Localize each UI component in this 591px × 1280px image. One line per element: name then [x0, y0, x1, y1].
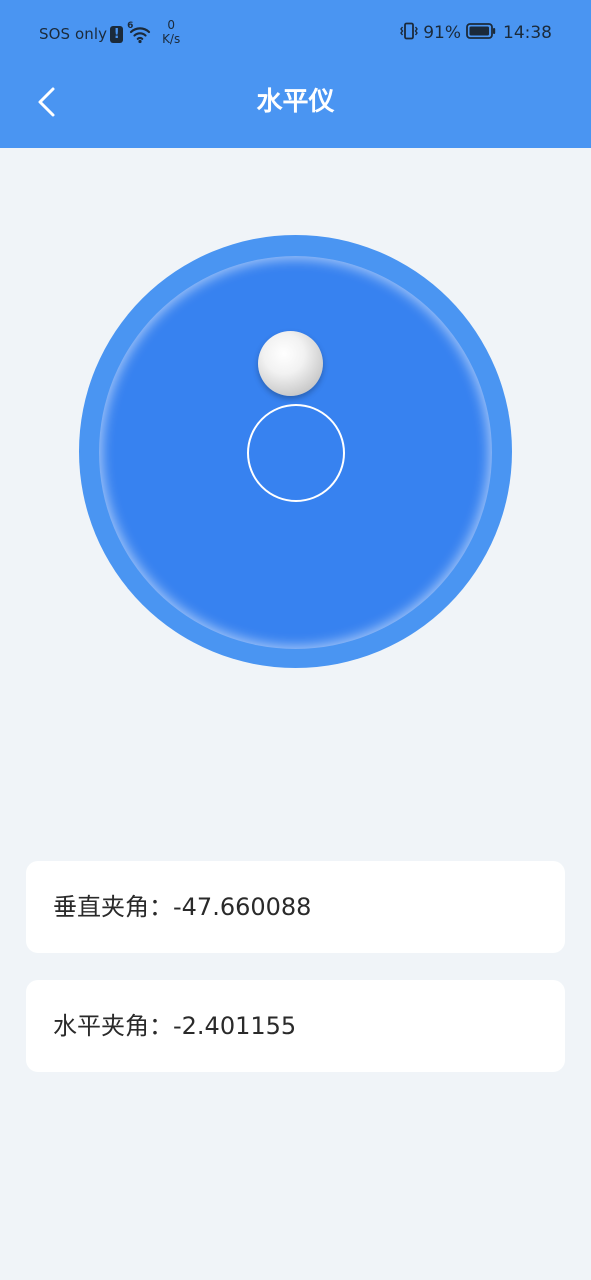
level-target-ring [247, 404, 345, 502]
status-bar: SOS only ! 6 0 K/s 91% 14:38 [0, 0, 591, 66]
clock: 14:38 [503, 23, 552, 43]
wifi-generation: 6 [127, 21, 134, 31]
vertical-angle-card: 垂直夹角：-47.660088 [26, 861, 565, 953]
status-bar-left: SOS only ! 6 0 K/s [39, 18, 182, 46]
vibrate-icon [399, 21, 419, 45]
horizontal-angle-card: 水平夹角：-2.401155 [26, 980, 565, 1072]
horizontal-angle-label: 水平夹角： [53, 1012, 173, 1040]
horizontal-angle-text: 水平夹角：-2.401155 [53, 980, 296, 1072]
vertical-angle-text: 垂直夹角：-47.660088 [53, 861, 311, 953]
battery-percent: 91% [423, 23, 461, 43]
net-speed-value: 0 [167, 18, 175, 32]
carrier-label: SOS only [39, 25, 108, 43]
net-speed: 0 K/s [160, 18, 182, 46]
horizontal-angle-value: -2.401155 [173, 1012, 297, 1040]
level-bubble [258, 331, 323, 396]
vertical-angle-value: -47.660088 [173, 893, 312, 921]
status-bar-right: 91% 14:38 [399, 21, 552, 45]
net-speed-unit: K/s [162, 32, 181, 46]
battery-icon [461, 23, 496, 43]
vertical-angle-label: 垂直夹角： [53, 893, 173, 921]
wifi-icon: 6 [127, 21, 152, 44]
page-title: 水平仪 [256, 87, 335, 117]
alert-icon: ! [110, 25, 124, 43]
